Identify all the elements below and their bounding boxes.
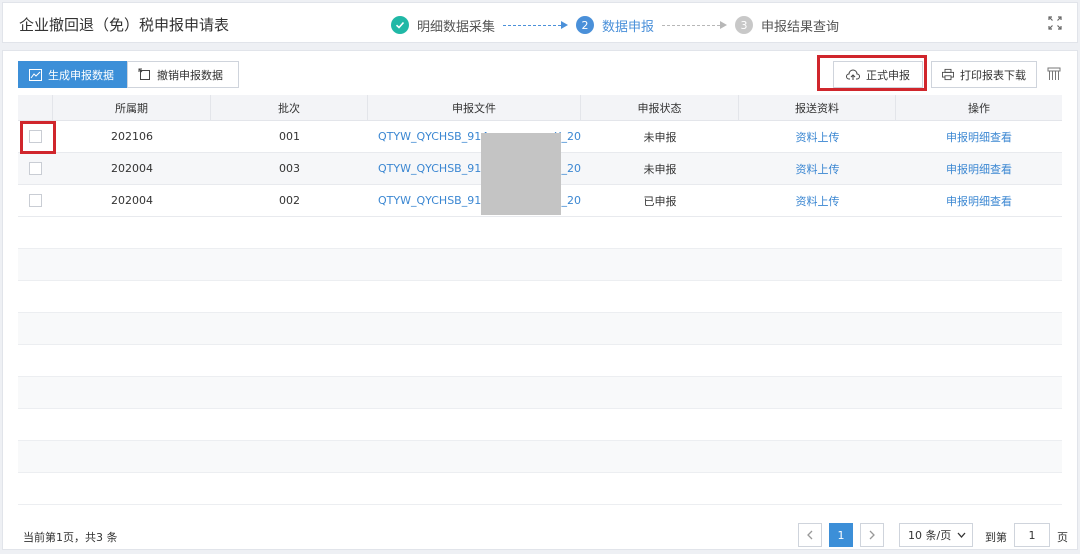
- goto-label: 到第: [985, 531, 1007, 544]
- revoke-icon: [138, 68, 150, 80]
- status-cell: 未申报: [643, 162, 677, 176]
- period-cell: 202106: [111, 130, 153, 143]
- status-cell: 未申报: [643, 130, 677, 144]
- chart-icon: [29, 68, 42, 81]
- column-settings-icon[interactable]: [1047, 67, 1063, 81]
- empty-row: [18, 473, 1062, 505]
- step-2-number: 2: [576, 16, 595, 34]
- generate-data-button[interactable]: 生成申报数据: [18, 61, 128, 88]
- printer-icon: [942, 68, 954, 81]
- chevron-right-icon: [869, 530, 875, 540]
- fullscreen-icon[interactable]: [1047, 15, 1063, 31]
- page-size-select[interactable]: 10 条/页: [899, 523, 973, 547]
- batch-cell: 002: [279, 194, 300, 207]
- step-2-label: 数据申报: [602, 19, 655, 35]
- empty-row: [18, 313, 1062, 345]
- next-page-button[interactable]: [860, 523, 884, 547]
- column-header: 报送资料: [739, 95, 896, 120]
- view-detail-link[interactable]: 申报明细查看: [896, 121, 1062, 152]
- empty-row: [18, 377, 1062, 409]
- prev-page-button[interactable]: [798, 523, 822, 547]
- checkbox-highlight-box: [20, 121, 56, 154]
- column-header: 操作: [968, 101, 990, 115]
- chevron-down-icon: [957, 532, 966, 538]
- column-header: 所属期: [53, 95, 211, 120]
- empty-row: [18, 217, 1062, 249]
- view-detail-link[interactable]: 申报明细查看: [896, 185, 1062, 216]
- column-header: 批次: [211, 95, 368, 120]
- revoke-data-button[interactable]: 撤销申报数据: [127, 61, 239, 88]
- batch-cell: 003: [279, 162, 300, 175]
- pagination-bar: 当前第1页，共3 条 1 10 条/页 到第 1 页: [3, 521, 1079, 551]
- redaction-block: [481, 133, 561, 215]
- check-icon: [391, 16, 409, 34]
- step-arrow-1: [503, 21, 569, 29]
- revoke-data-label: 撤销申报数据: [157, 68, 223, 82]
- view-detail-link[interactable]: 申报明细查看: [896, 153, 1062, 184]
- period-cell: 202004: [111, 194, 153, 207]
- batch-cell: 001: [279, 130, 300, 143]
- row-checkbox[interactable]: [29, 194, 42, 207]
- page-size-value: 10 条/页: [908, 529, 952, 542]
- page-title: 企业撤回退（免）税申报申请表: [19, 16, 230, 34]
- empty-row: [18, 281, 1062, 313]
- step-arrow-2: [662, 21, 728, 29]
- current-page-button[interactable]: 1: [829, 523, 853, 547]
- page-header: 企业撤回退（免）税申报申请表 明细数据采集 2 数据申报 3 申报结果查询: [2, 2, 1078, 43]
- empty-row: [18, 409, 1062, 441]
- upload-link[interactable]: 资料上传: [739, 153, 896, 184]
- print-download-button[interactable]: 打印报表下载: [931, 61, 1037, 88]
- step-progress: 明细数据采集 2 数据申报 3 申报结果查询: [391, 15, 839, 35]
- page-suffix: 页: [1057, 531, 1068, 544]
- empty-row: [18, 345, 1062, 377]
- table-header: 所属期 批次 申报文件 申报状态 报送资料 操作: [18, 95, 1062, 121]
- upload-link[interactable]: 资料上传: [739, 121, 896, 152]
- step-3-number: 3: [735, 16, 754, 34]
- column-header: 申报文件: [368, 95, 581, 120]
- row-checkbox[interactable]: [29, 162, 42, 175]
- step-3-label: 申报结果查询: [761, 19, 840, 35]
- record-summary: 当前第1页，共3 条: [23, 531, 118, 544]
- select-column-header: [18, 95, 53, 120]
- period-cell: 202004: [111, 162, 153, 175]
- main-panel: 生成申报数据 撤销申报数据 正式申报 打印报表下载 所属期 批次 申报文件 申报…: [2, 50, 1078, 550]
- generate-data-label: 生成申报数据: [48, 68, 114, 82]
- step-1-label: 明细数据采集: [417, 19, 496, 35]
- empty-row: [18, 249, 1062, 281]
- upload-link[interactable]: 资料上传: [739, 185, 896, 216]
- goto-page-input[interactable]: 1: [1014, 523, 1050, 547]
- column-header: 申报状态: [581, 95, 739, 120]
- chevron-left-icon: [807, 530, 813, 540]
- submit-highlight-box: [817, 55, 927, 91]
- status-cell: 已申报: [643, 194, 677, 208]
- print-download-label: 打印报表下载: [960, 68, 1026, 82]
- empty-row: [18, 441, 1062, 473]
